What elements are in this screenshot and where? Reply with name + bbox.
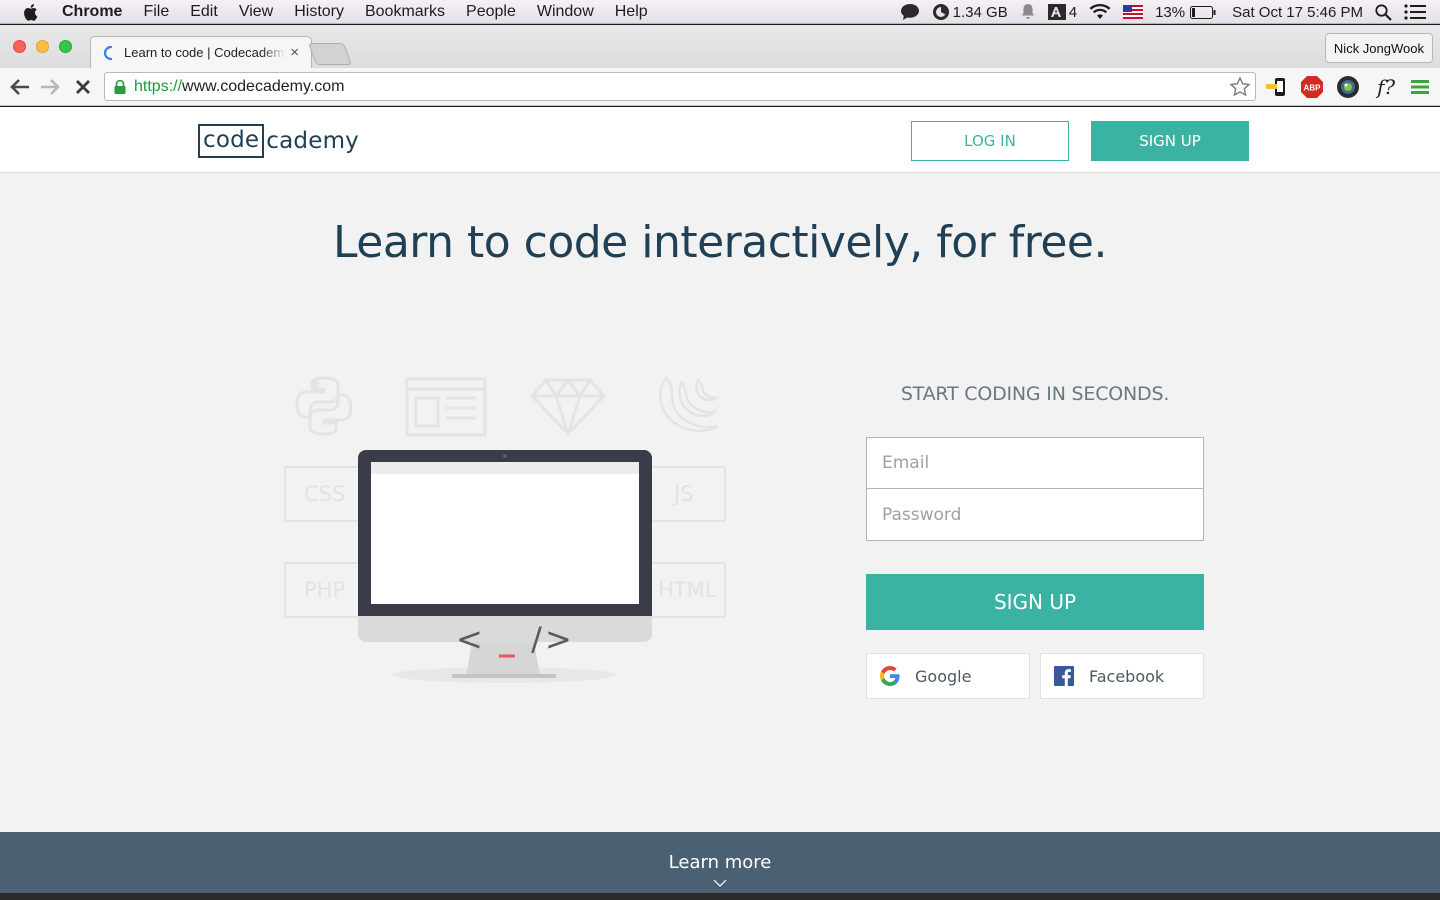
us-flag-input-icon[interactable] bbox=[1123, 5, 1144, 19]
stop-loading-button[interactable] bbox=[72, 76, 94, 98]
url-host: www.codecademy.com bbox=[182, 77, 345, 95]
back-arrow-icon bbox=[10, 79, 29, 95]
page-viewport: code cademy LOG IN SIGN UP Learn to code… bbox=[0, 107, 1440, 900]
menu-help[interactable]: Help bbox=[615, 3, 648, 21]
browser-toolbar: https:// www.codecademy.com ABP f? bbox=[0, 68, 1440, 106]
header-signup-button[interactable]: SIGN UP bbox=[1091, 121, 1249, 161]
window-zoom-button[interactable] bbox=[59, 40, 72, 53]
menu-chrome[interactable]: Chrome bbox=[62, 3, 122, 21]
notification-center-icon[interactable] bbox=[1404, 4, 1426, 20]
learn-more-bar[interactable]: Learn more bbox=[0, 832, 1440, 900]
login-button[interactable]: LOG IN bbox=[911, 121, 1069, 161]
css-ghost-box: CSS bbox=[284, 466, 362, 522]
python-icon bbox=[295, 376, 353, 436]
device-extension-icon[interactable] bbox=[1263, 74, 1289, 100]
camera-lens-extension-icon[interactable] bbox=[1335, 74, 1361, 100]
battery-percent: 13% bbox=[1155, 3, 1186, 21]
macos-menu-bar: Chrome File Edit View History Bookmarks … bbox=[0, 0, 1440, 24]
clock[interactable]: Sat Oct 17 5:46 PM bbox=[1232, 4, 1363, 21]
memory-monitor[interactable]: 1.34 GB bbox=[932, 3, 1008, 21]
code-lt: < bbox=[456, 620, 486, 658]
messages-icon[interactable] bbox=[900, 3, 920, 21]
google-signin-button[interactable]: Google bbox=[866, 653, 1030, 699]
forward-arrow-icon bbox=[41, 79, 60, 95]
apple-menu-icon[interactable] bbox=[22, 0, 44, 24]
battery-status[interactable]: 13% bbox=[1155, 4, 1216, 21]
signup-form-heading: START CODING IN SECONDS. bbox=[900, 383, 1170, 405]
menu-edit[interactable]: Edit bbox=[190, 3, 218, 21]
chevron-down-icon bbox=[713, 879, 727, 887]
loading-favicon-icon bbox=[103, 45, 113, 60]
php-ghost-box: PHP bbox=[284, 562, 362, 618]
back-button[interactable] bbox=[9, 76, 31, 98]
password-field[interactable]: Password bbox=[866, 488, 1204, 541]
facebook-f-icon bbox=[1053, 665, 1075, 687]
codecademy-logo[interactable]: code cademy bbox=[198, 123, 359, 158]
password-placeholder: Password bbox=[882, 504, 962, 525]
hero-illustration: CSS JS PHP HTML < _ /> bbox=[280, 362, 730, 692]
menu-bookmarks[interactable]: Bookmarks bbox=[365, 3, 445, 21]
adobe-count: 4 bbox=[1068, 3, 1078, 21]
html-ghost-label: HTML bbox=[658, 578, 717, 602]
facebook-label: Facebook bbox=[1089, 666, 1165, 686]
css-ghost-label: CSS bbox=[304, 482, 346, 506]
tab-title: Learn to code | Codecademy bbox=[124, 45, 286, 60]
facebook-signin-button[interactable]: Facebook bbox=[1040, 653, 1204, 699]
bookmark-star-icon[interactable] bbox=[1229, 76, 1251, 98]
ruby-gem-icon bbox=[529, 377, 607, 437]
address-bar[interactable]: https:// www.codecademy.com bbox=[104, 72, 1256, 101]
spotlight-search-icon[interactable] bbox=[1375, 3, 1392, 21]
window-bottom-edge bbox=[0, 893, 1440, 900]
new-tab-button[interactable] bbox=[307, 43, 353, 65]
jquery-swirl-icon bbox=[659, 376, 720, 433]
logo-code-box: code bbox=[198, 123, 265, 158]
site-header: code cademy LOG IN SIGN UP bbox=[0, 107, 1440, 173]
js-ghost-label: JS bbox=[674, 482, 694, 506]
stop-x-icon bbox=[76, 80, 90, 94]
profile-button[interactable]: Nick JongWook bbox=[1324, 33, 1433, 63]
google-g-icon bbox=[879, 665, 901, 687]
url-scheme: https:// bbox=[134, 77, 183, 95]
svg-text:ABP: ABP bbox=[1304, 84, 1322, 93]
memory-readout: 1.34 GB bbox=[952, 3, 1008, 21]
wifi-icon[interactable] bbox=[1089, 4, 1111, 20]
php-ghost-label: PHP bbox=[304, 578, 346, 602]
window-minimize-button[interactable] bbox=[36, 40, 49, 53]
browser-tab-strip: Learn to code | Codecademy × Nick JongWo… bbox=[0, 25, 1440, 68]
menu-history[interactable]: History bbox=[294, 3, 344, 21]
adobe-creative-cloud[interactable]: 4 bbox=[1047, 3, 1078, 21]
menu-file[interactable]: File bbox=[143, 3, 169, 21]
learn-more-label: Learn more bbox=[668, 852, 772, 873]
secure-lock-icon bbox=[114, 79, 126, 94]
code-prompt-symbol: < _ /> bbox=[456, 620, 575, 658]
notifications-bell-icon[interactable] bbox=[1020, 3, 1036, 21]
google-label: Google bbox=[915, 666, 972, 686]
webpage-icon bbox=[405, 377, 487, 437]
signup-submit-button[interactable]: SIGN UP bbox=[866, 574, 1204, 630]
chrome-menu-icon[interactable] bbox=[1407, 74, 1433, 100]
formula-extension-icon[interactable]: f? bbox=[1371, 74, 1401, 100]
menu-view[interactable]: View bbox=[239, 3, 273, 21]
email-placeholder: Email bbox=[882, 453, 930, 473]
code-slash-gt: /> bbox=[531, 620, 575, 658]
window-close-button[interactable] bbox=[13, 40, 26, 53]
js-ghost-box: JS bbox=[648, 466, 726, 522]
html-ghost-box: HTML bbox=[648, 562, 726, 618]
hero-headline: Learn to code interactively, for free. bbox=[333, 217, 1107, 268]
adblock-plus-icon[interactable]: ABP bbox=[1299, 74, 1325, 100]
menu-people[interactable]: People bbox=[466, 3, 516, 21]
tab-close-icon[interactable]: × bbox=[290, 44, 299, 61]
menu-window[interactable]: Window bbox=[537, 3, 594, 21]
logo-cademy: cademy bbox=[266, 127, 359, 154]
email-field[interactable]: Email bbox=[866, 437, 1204, 489]
blinking-cursor: _ bbox=[498, 620, 518, 658]
forward-button[interactable] bbox=[39, 76, 61, 98]
tab-codecademy[interactable]: Learn to code | Codecademy × bbox=[90, 36, 312, 68]
